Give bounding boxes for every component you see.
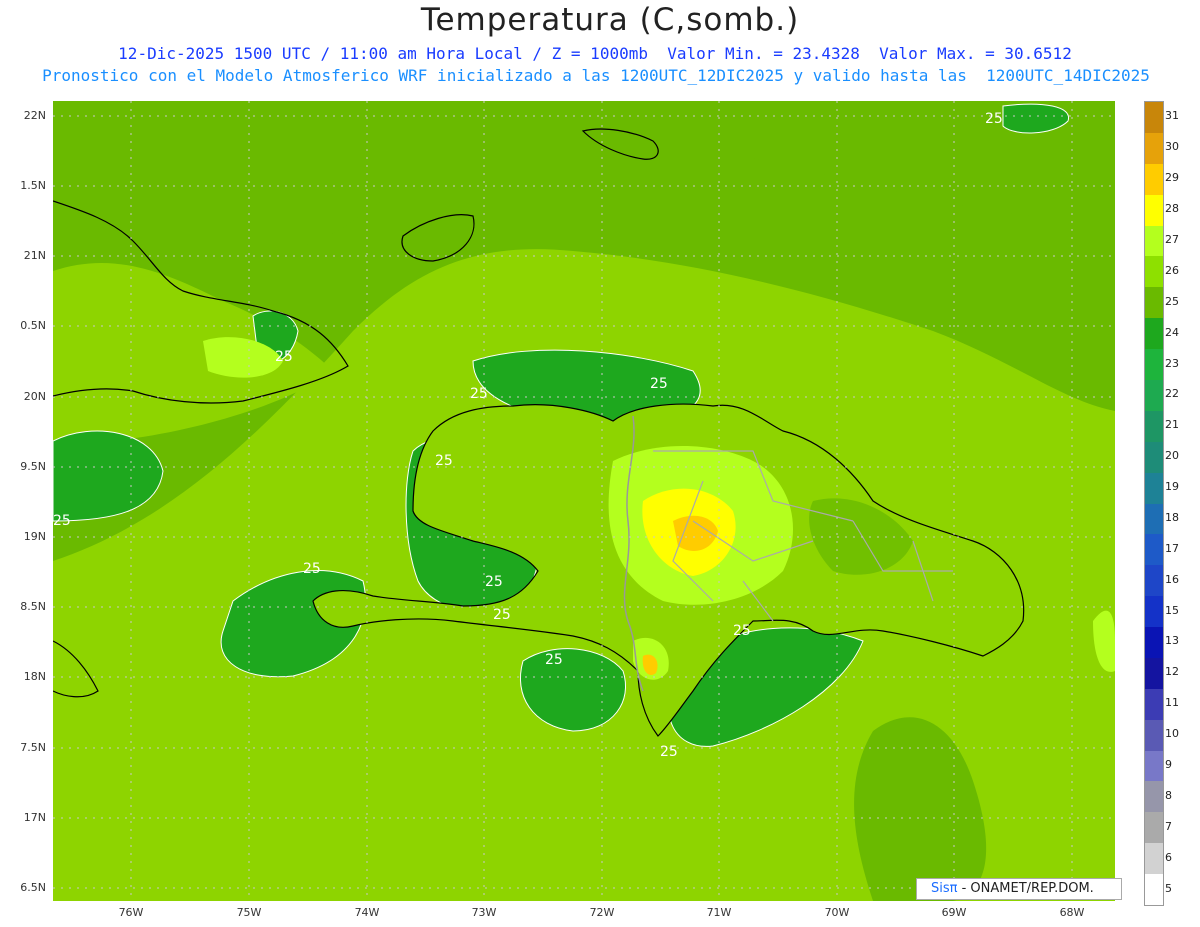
legend-swatch [1145,132,1163,165]
lat-label: 20N [23,390,46,403]
lon-label: 75W [236,906,262,919]
legend-swatch [1145,194,1163,227]
legend-swatch [1145,874,1163,906]
legend-swatch [1145,102,1163,134]
lon-label: 71W [706,906,732,919]
legend-swatch [1145,750,1163,782]
contour-label: 25 [493,607,511,623]
legend-swatch [1145,410,1163,443]
legend-swatch [1145,812,1163,844]
legend-swatch [1145,379,1163,412]
legend-swatch [1145,225,1163,257]
legend-label: 5 [1165,881,1172,895]
contour-label: 25 [53,513,71,529]
legend-label: 11 [1165,696,1179,710]
inagua-island [401,214,475,262]
legend-swatch [1145,441,1163,474]
lat-label: 21N [23,249,46,262]
lon-label: 68W [1059,906,1085,919]
lat-label: 18N [23,670,46,683]
ocean-patch-24-west [53,430,164,522]
legend-swatch [1145,256,1163,288]
legend-swatch [1145,657,1163,690]
contour-label: 25 [485,574,503,590]
legend-label: 17 [1165,541,1179,555]
credit-text: - ONAMET/REP.DOM. [961,881,1094,896]
legend-label: 9 [1165,758,1172,772]
contour-label: 25 [733,623,751,639]
legend-label: 6 [1165,850,1172,864]
legend-swatch [1145,688,1163,721]
contour-label: 25 [470,386,488,402]
legend-label: 25 [1165,294,1179,308]
legend-label: 7 [1165,819,1172,833]
temperature-map: 25 25 25 25 25 25 25 25 25 25 25 25 [53,101,1115,901]
legend-swatch [1145,596,1163,628]
legend-swatch [1145,534,1163,566]
lat-label: 8.5N [20,600,46,613]
legend-label: 19 [1165,480,1179,494]
legend-swatch [1145,318,1163,350]
lat-label: 6.5N [20,881,46,894]
credit-badge: Sisπ - ONAMET/REP.DOM. [916,878,1122,900]
legend-label: 28 [1165,202,1179,216]
subtitle-model-info: Pronostico con el Modelo Atmosferico WRF… [42,66,1150,85]
legend-label: 10 [1165,727,1179,741]
map-title: Temperatura (C,somb.) [420,2,800,38]
contour-label: 25 [545,652,563,668]
legend-swatch [1145,287,1163,319]
contour-label: 25 [435,453,453,469]
contour-label: 25 [303,561,321,577]
lat-label: 17N [23,811,46,824]
legend-label: 23 [1165,356,1179,370]
legend-swatch [1145,349,1163,381]
legend-swatch [1145,503,1163,535]
legend-swatch [1145,163,1163,196]
lon-label: 70W [824,906,850,919]
legend-swatch [1145,843,1163,875]
legend-label: 15 [1165,603,1179,617]
legend-label: 24 [1165,325,1179,339]
lon-label: 72W [589,906,615,919]
legend-label: 13 [1165,634,1179,648]
lon-label: 76W [118,906,144,919]
lat-label: 22N [23,109,46,122]
map-canvas: 25 25 25 25 25 25 25 25 25 25 25 25 [53,101,1115,901]
lon-label: 73W [471,906,497,919]
contour-label: 25 [985,111,1003,127]
lat-label: 9.5N [20,460,46,473]
legend-label: 20 [1165,449,1179,463]
cool-zone-north [53,101,1115,258]
contour-label: 25 [660,744,678,760]
lat-label: 0.5N [20,319,46,332]
legend-label: 29 [1165,171,1179,185]
legend-swatch [1145,781,1163,813]
legend-label: 8 [1165,788,1172,802]
legend-label: 30 [1165,140,1179,154]
lat-label: 7.5N [20,741,46,754]
legend-label: 16 [1165,572,1179,586]
legend-swatch [1145,719,1163,752]
legend-label: 21 [1165,418,1179,432]
legend-swatch [1145,472,1163,504]
legend-swatch [1145,565,1163,597]
legend-label: 18 [1165,510,1179,524]
legend-label: 31 [1165,109,1179,123]
contour-label: 25 [650,376,668,392]
legend-label: 26 [1165,263,1179,277]
sispi-logo-text: Sisπ [931,881,958,896]
legend-label: 12 [1165,665,1179,679]
lon-label: 69W [941,906,967,919]
lat-label: 19N [23,530,46,543]
color-legend [1144,101,1164,906]
legend-label: 22 [1165,387,1179,401]
lon-label: 74W [354,906,380,919]
legend-swatch [1145,627,1163,659]
legend-label: 27 [1165,232,1179,246]
subtitle-time-range: 12-Dic-2025 1500 UTC / 11:00 am Hora Loc… [118,44,1072,63]
contour-label: 25 [275,349,293,365]
lat-label: 1.5N [20,179,46,192]
